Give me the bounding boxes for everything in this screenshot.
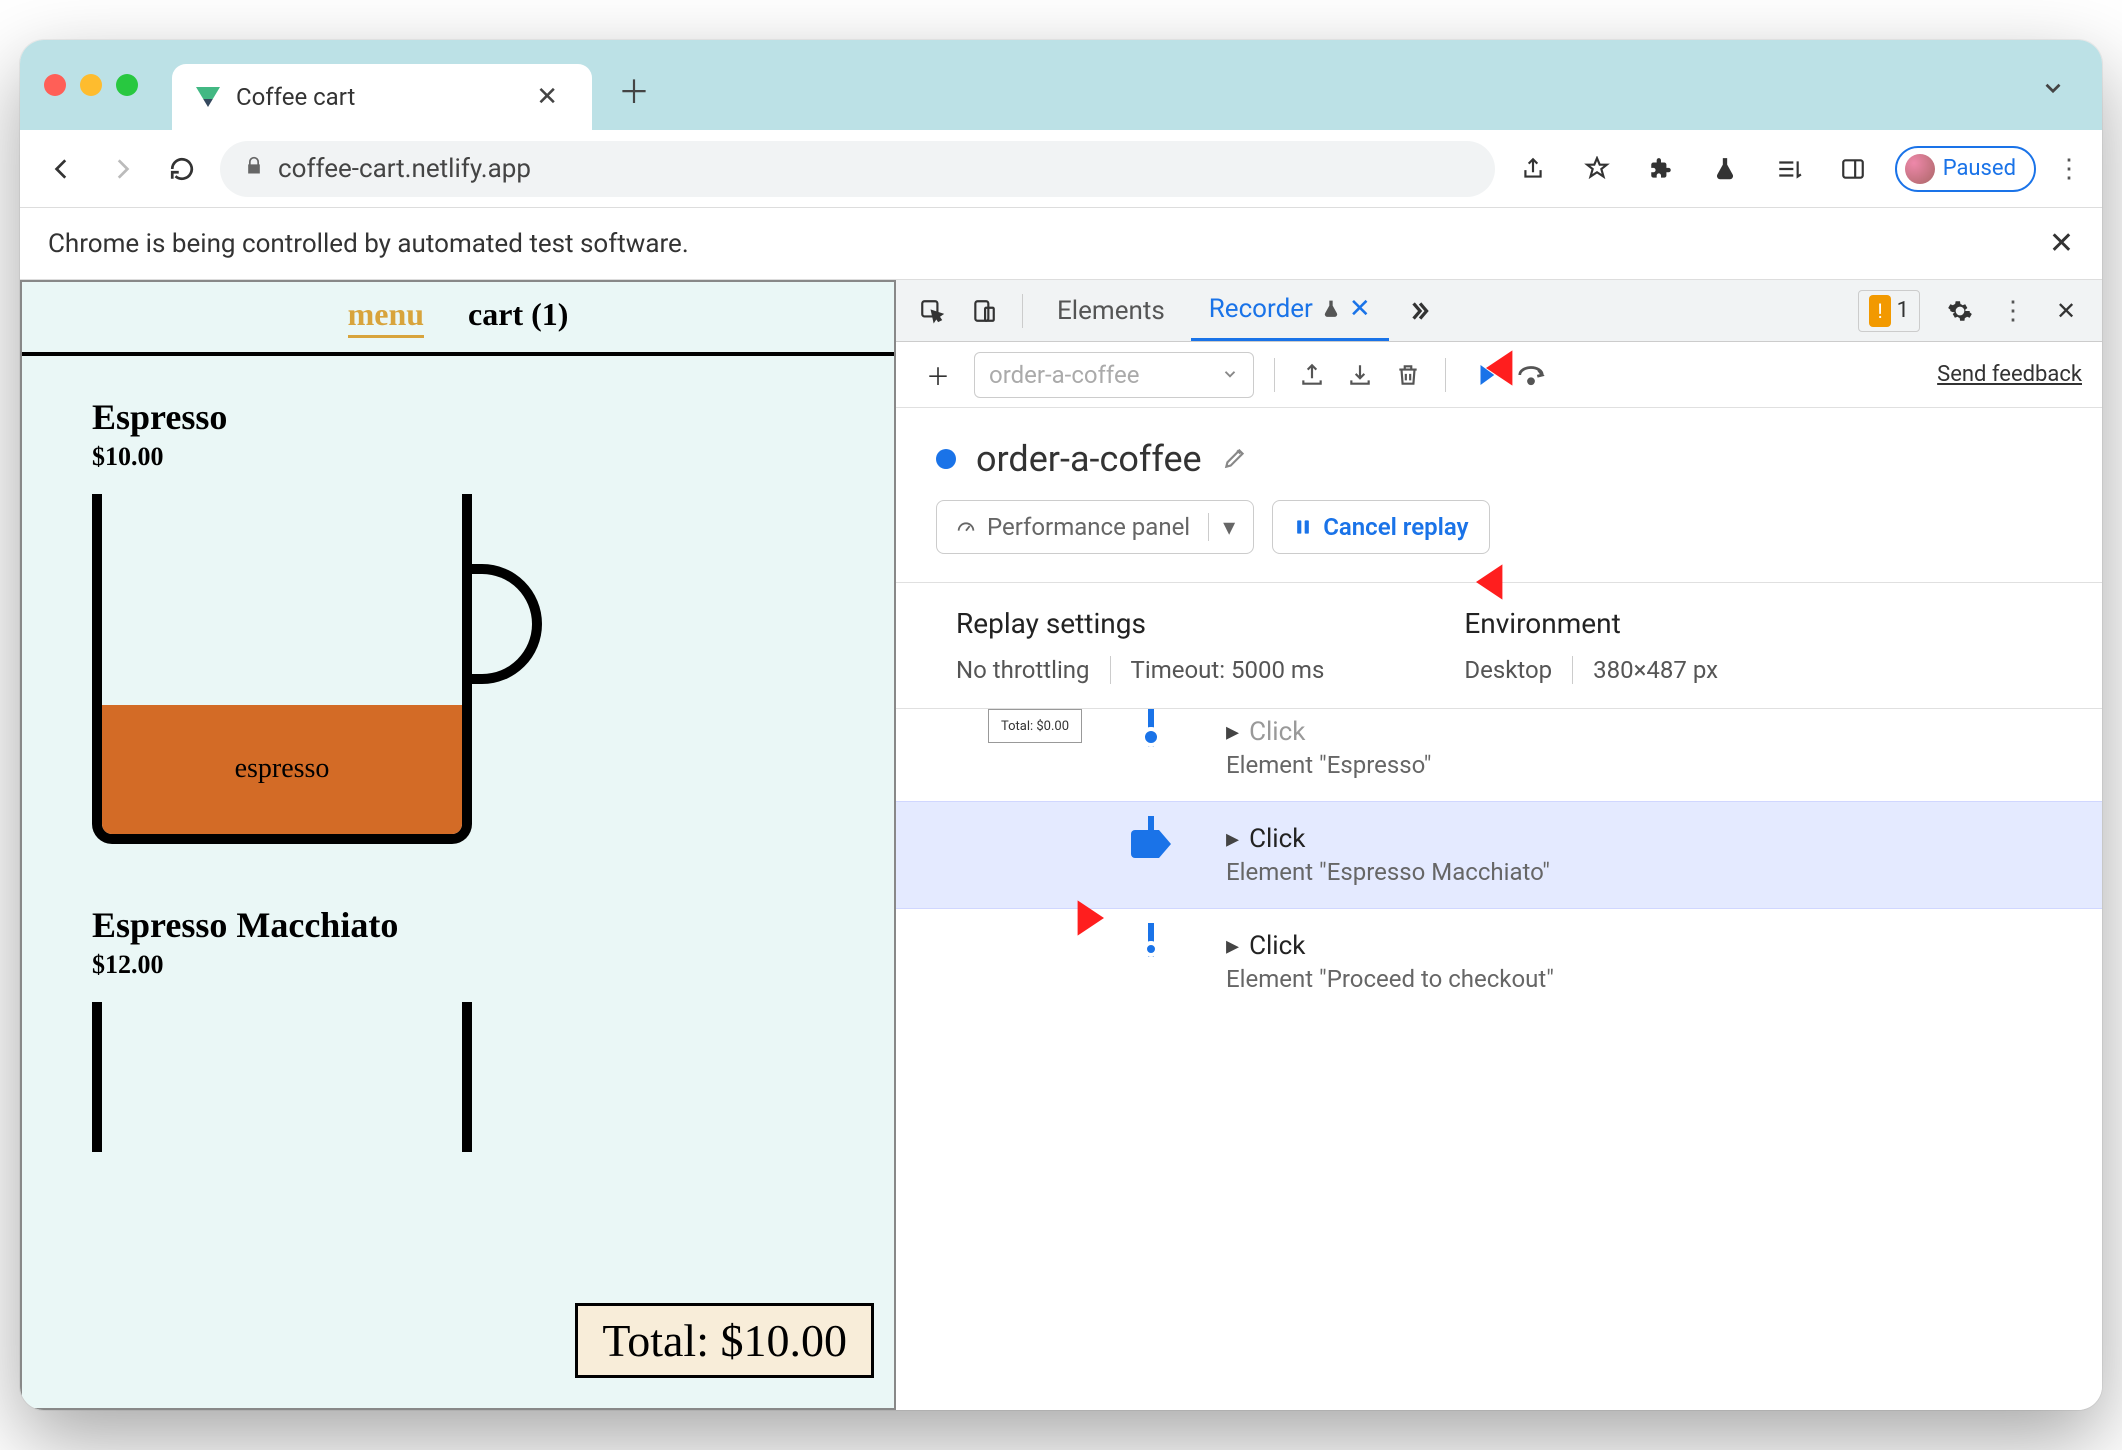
nav-cart-link[interactable]: cart (1) (468, 296, 568, 338)
profile-paused-button[interactable]: Paused (1895, 146, 2036, 192)
step-element: Element "Espresso" (1226, 751, 2082, 779)
send-feedback-link[interactable]: Send feedback (1937, 362, 2082, 387)
recording-status-icon (936, 449, 956, 469)
product-cup-macchiato[interactable] (92, 1002, 824, 1152)
environment-title: Environment (1464, 607, 1738, 640)
issues-button[interactable]: ! 1 (1858, 290, 1920, 332)
devtools-panel: Elements Recorder ✕ ! 1 (896, 280, 2102, 1410)
issues-count: 1 (1897, 298, 1909, 323)
close-tab-icon[interactable]: ✕ (1349, 294, 1371, 324)
edit-name-icon[interactable] (1222, 438, 1248, 480)
warning-icon: ! (1869, 295, 1890, 327)
back-button[interactable] (40, 147, 84, 191)
step-action: Click (1249, 931, 1305, 961)
tab-elements[interactable]: Elements (1039, 282, 1183, 340)
settings-icon[interactable] (1938, 289, 1982, 333)
automation-info-bar: Chrome is being controlled by automated … (20, 208, 2102, 280)
sidepanel-icon[interactable] (1831, 147, 1875, 191)
page-nav: menu cart (1) (22, 282, 894, 356)
page-viewport: menu cart (1) Espresso $10.00 espresso E… (20, 280, 896, 1410)
cancel-replay-button[interactable]: Cancel replay (1272, 500, 1489, 554)
chevron-down-icon (1221, 361, 1239, 389)
annotation-arrow-icon (1016, 890, 1104, 946)
total-badge[interactable]: Total: $10.00 (575, 1303, 874, 1378)
step-thumbnail: Total: $0.00 (988, 709, 1082, 743)
browser-tab[interactable]: Coffee cart ✕ (172, 64, 592, 130)
replay-settings-title: Replay settings (956, 607, 1344, 640)
avatar-icon (1905, 154, 1935, 184)
traffic-lights (44, 74, 138, 96)
tab-title: Coffee cart (236, 83, 510, 111)
viewport-value[interactable]: 380×487 px (1593, 656, 1738, 684)
reload-button[interactable] (160, 147, 204, 191)
timeout-value[interactable]: Timeout: 5000 ms (1131, 656, 1345, 684)
vue-logo-icon (196, 87, 220, 107)
recording-name: order-a-coffee (976, 438, 1202, 480)
address-bar: coffee-cart.netlify.app Paus (20, 130, 2102, 208)
recording-selector-value: order-a-coffee (989, 361, 1139, 389)
nav-menu-link[interactable]: menu (348, 296, 424, 338)
close-infobar-icon[interactable]: ✕ (2049, 226, 2074, 261)
inspect-icon[interactable] (910, 289, 954, 333)
chevron-down-icon: ▾ (1208, 513, 1235, 541)
lock-icon (244, 156, 264, 182)
export-icon[interactable] (1295, 358, 1329, 392)
new-tab-button[interactable]: ＋ (618, 67, 650, 113)
devtools-menu-icon[interactable]: ⋮ (2000, 296, 2026, 326)
flask-icon (1321, 299, 1341, 319)
products-area: Espresso $10.00 espresso Espresso Macchi… (22, 356, 894, 1252)
titlebar: Coffee cart ✕ ＋ (20, 40, 2102, 130)
pause-icon (1293, 517, 1313, 537)
cup-fill-label: espresso (102, 705, 462, 834)
window-minimize-icon[interactable] (80, 74, 102, 96)
window-close-icon[interactable] (44, 74, 66, 96)
url-input[interactable]: coffee-cart.netlify.app (220, 141, 1495, 197)
annotation-arrow-icon (1486, 340, 1574, 396)
step-element: Element "Proceed to checkout" (1226, 965, 2082, 993)
share-icon[interactable] (1511, 147, 1555, 191)
chrome-menu-icon[interactable]: ⋮ (2056, 154, 2082, 184)
browser-window: Coffee cart ✕ ＋ coffee-cart.netlify.app (20, 40, 2102, 1410)
gauge-icon (955, 516, 977, 538)
bookmark-icon[interactable] (1575, 147, 1619, 191)
recording-header: order-a-coffee (896, 408, 2102, 500)
step-row[interactable]: Total: $0.00 ▸Click Element "Espresso" (896, 709, 2102, 802)
content-area: menu cart (1) Espresso $10.00 espresso E… (20, 280, 2102, 1410)
step-action: Click (1249, 824, 1305, 854)
annotation-arrow-icon (1476, 554, 1564, 610)
labs-icon[interactable] (1703, 147, 1747, 191)
step-element: Element "Espresso Macchiato" (1226, 858, 2082, 886)
product-title: Espresso (92, 396, 824, 438)
info-bar-text: Chrome is being controlled by automated … (48, 229, 689, 259)
tabs-dropdown-icon[interactable] (2028, 75, 2078, 105)
new-recording-button[interactable]: ＋ (916, 353, 960, 397)
window-zoom-icon[interactable] (116, 74, 138, 96)
extensions-icon[interactable] (1639, 147, 1683, 191)
current-step-marker-icon (1131, 830, 1171, 858)
toolbar-right: Paused ⋮ (1511, 146, 2082, 192)
product-title: Espresso Macchiato (92, 904, 824, 946)
tab-recorder[interactable]: Recorder ✕ (1191, 280, 1389, 341)
close-devtools-icon[interactable]: ✕ (2044, 289, 2088, 333)
device-value[interactable]: Desktop (1464, 656, 1573, 684)
more-tabs-icon[interactable] (1397, 289, 1441, 333)
paused-label: Paused (1943, 156, 2016, 181)
device-mode-icon[interactable] (962, 289, 1006, 333)
delete-icon[interactable] (1391, 358, 1425, 392)
close-tab-icon[interactable]: ✕ (526, 82, 568, 112)
devtools-tabs: Elements Recorder ✕ ! 1 (896, 280, 2102, 342)
cancel-replay-label: Cancel replay (1323, 513, 1468, 541)
product-price: $12.00 (92, 950, 824, 980)
steps-timeline: Total: $0.00 ▸Click Element "Espresso" ▸… (896, 709, 2102, 1410)
import-icon[interactable] (1343, 358, 1377, 392)
url-text: coffee-cart.netlify.app (278, 154, 531, 184)
throttling-value[interactable]: No throttling (956, 656, 1111, 684)
product-price: $10.00 (92, 442, 824, 472)
product-cup-espresso[interactable]: espresso (92, 494, 824, 844)
reading-list-icon[interactable] (1767, 147, 1811, 191)
recording-selector[interactable]: order-a-coffee (974, 352, 1254, 398)
forward-button[interactable] (100, 147, 144, 191)
performance-panel-label: Performance panel (987, 513, 1190, 541)
performance-panel-button[interactable]: Performance panel ▾ (936, 500, 1254, 554)
